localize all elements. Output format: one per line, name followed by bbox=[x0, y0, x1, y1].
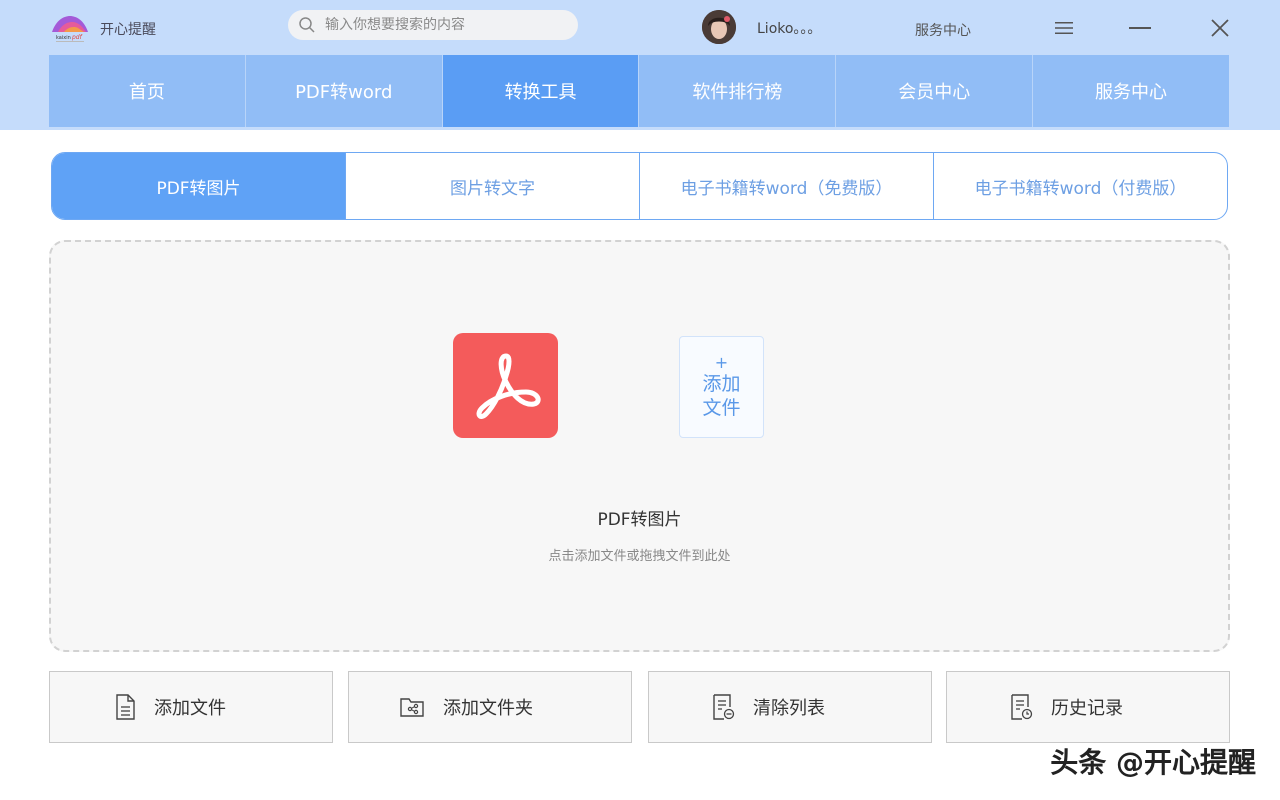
add-folder-button[interactable]: 添加文件夹 bbox=[348, 671, 632, 743]
add-file-button[interactable]: 添加文件 bbox=[49, 671, 333, 743]
add-folder-button-label: 添加文件夹 bbox=[443, 698, 533, 719]
add-file-button-label: 添加文件 bbox=[154, 698, 226, 719]
app-logo: kaixin pdf bbox=[52, 16, 88, 42]
tab-image-to-text[interactable]: 图片转文字 bbox=[346, 153, 640, 219]
nav-item-software-ranking[interactable]: 软件排行榜 bbox=[639, 55, 837, 127]
service-center-link[interactable]: 服务中心 bbox=[915, 20, 971, 40]
folder-icon bbox=[400, 698, 424, 717]
minimize-icon bbox=[1129, 27, 1151, 29]
dropzone-title: PDF转图片 bbox=[597, 510, 682, 530]
history-button[interactable]: 历史记录 bbox=[946, 671, 1230, 743]
menu-icon bbox=[1055, 22, 1073, 34]
close-button[interactable] bbox=[1206, 14, 1234, 42]
tab-ebook-to-word-free[interactable]: 电子书籍转word（免费版） bbox=[640, 153, 934, 219]
tab-pdf-to-image[interactable]: PDF转图片 bbox=[52, 153, 346, 219]
svg-text:kaixin: kaixin bbox=[56, 35, 71, 41]
clear-list-icon bbox=[713, 694, 735, 720]
title-bar: kaixin pdf 开心提醒 Lioko。。。 服务中心 bbox=[0, 0, 1280, 130]
search-box[interactable] bbox=[288, 10, 578, 40]
clear-list-button-label: 清除列表 bbox=[753, 698, 825, 719]
close-icon bbox=[1211, 19, 1229, 37]
clear-list-button[interactable]: 清除列表 bbox=[648, 671, 932, 743]
nav-item-convert-tools[interactable]: 转换工具 bbox=[442, 55, 640, 127]
nav-item-pdf-to-word[interactable]: PDF转word bbox=[245, 55, 443, 127]
watermark: 头条 @开心提醒 bbox=[1050, 746, 1256, 779]
avatar[interactable] bbox=[702, 10, 736, 44]
tool-tabs: PDF转图片 图片转文字 电子书籍转word（免费版） 电子书籍转word（付费… bbox=[51, 152, 1228, 220]
main-nav: 首页 PDF转word 转换工具 软件排行榜 会员中心 服务中心 bbox=[49, 55, 1229, 127]
add-file-tile-label: 添加文件 bbox=[702, 373, 741, 419]
menu-button[interactable] bbox=[1050, 14, 1078, 42]
nav-item-service-center[interactable]: 服务中心 bbox=[1033, 55, 1229, 127]
minimize-button[interactable] bbox=[1126, 14, 1154, 42]
username[interactable]: Lioko。。。 bbox=[757, 18, 821, 38]
pdf-icon bbox=[453, 333, 558, 438]
app-name: 开心提醒 bbox=[100, 22, 156, 38]
search-input[interactable] bbox=[325, 17, 565, 33]
file-drop-zone[interactable]: + 添加文件 PDF转图片 点击添加文件或拖拽文件到此处 bbox=[49, 240, 1230, 652]
history-button-label: 历史记录 bbox=[1051, 698, 1123, 719]
document-icon bbox=[116, 694, 135, 720]
nav-item-home[interactable]: 首页 bbox=[49, 55, 246, 127]
history-icon bbox=[1011, 694, 1033, 720]
plus-icon: + bbox=[714, 353, 729, 372]
nav-item-member-center[interactable]: 会员中心 bbox=[836, 55, 1034, 127]
search-icon bbox=[299, 17, 315, 33]
avatar-image-icon bbox=[702, 10, 736, 44]
svg-text:pdf: pdf bbox=[71, 34, 83, 41]
tab-ebook-to-word-paid[interactable]: 电子书籍转word（付费版） bbox=[934, 153, 1227, 219]
add-file-tile[interactable]: + 添加文件 bbox=[679, 336, 764, 438]
dropzone-hint: 点击添加文件或拖拽文件到此处 bbox=[548, 549, 731, 564]
